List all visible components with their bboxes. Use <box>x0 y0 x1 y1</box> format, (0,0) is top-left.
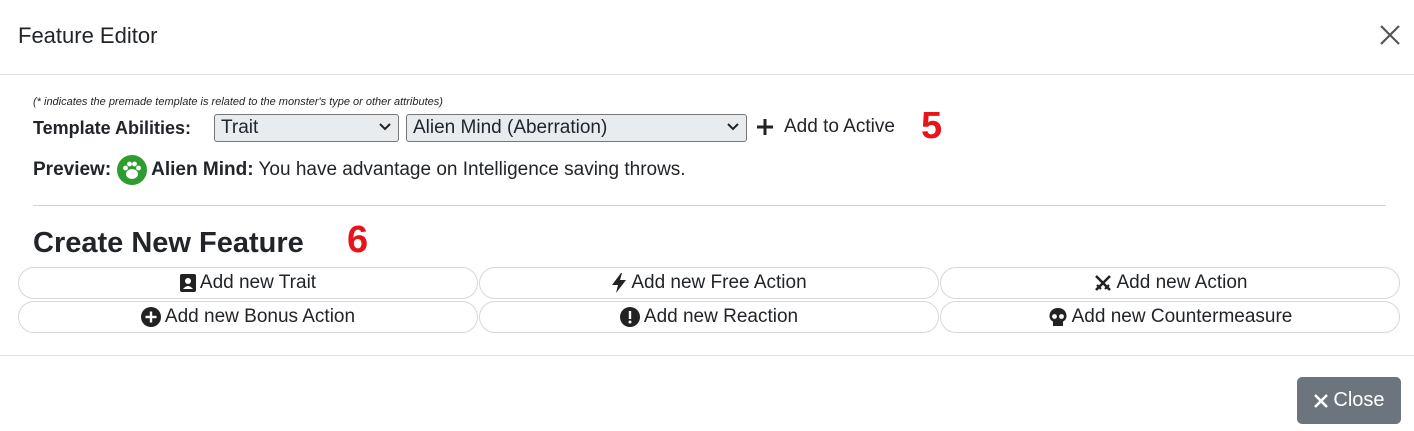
plus-circle-icon <box>140 307 161 327</box>
add-to-active-button[interactable]: Add to Active <box>756 116 895 138</box>
preview-text: You have advantage on Intelligence savin… <box>253 159 686 180</box>
add-to-active-label: Add to Active <box>784 116 895 137</box>
modal-body: (* indicates the premade template is rel… <box>0 75 1414 355</box>
close-button-label: Close <box>1333 389 1385 411</box>
preview-line: Preview: Alien Mind: You have advantage … <box>33 155 686 185</box>
step-marker-5: 5 <box>921 105 943 147</box>
paw-icon <box>117 155 148 185</box>
chevron-down-icon <box>379 123 391 131</box>
chevron-down-icon <box>727 123 739 131</box>
plus-icon <box>757 119 773 135</box>
template-type-value: Trait <box>221 117 259 138</box>
add-trait-label: Add new Trait <box>199 272 317 293</box>
template-abilities-label: Template Abilities: <box>33 118 192 138</box>
add-action-label: Add new Action <box>1116 272 1248 293</box>
crossed-swords-icon <box>1094 275 1111 291</box>
exclamation-circle-icon <box>619 307 640 327</box>
template-ability-value: Alien Mind (Aberration) <box>413 117 608 138</box>
divider <box>33 205 1386 206</box>
add-countermeasure-label: Add new Countermeasure <box>1071 306 1293 327</box>
preview-label: Preview: <box>33 159 112 180</box>
portrait-icon <box>179 274 196 292</box>
add-action-button[interactable]: Add new Action <box>940 267 1400 299</box>
close-icon <box>1314 393 1329 408</box>
template-type-select[interactable]: Trait <box>214 114 399 142</box>
close-icon[interactable] <box>1376 21 1404 49</box>
add-bonus-action-button[interactable]: Add new Bonus Action <box>18 301 478 333</box>
add-reaction-button[interactable]: Add new Reaction <box>479 301 939 333</box>
create-feature-title: Create New Feature <box>33 227 304 259</box>
step-marker-6: 6 <box>347 219 369 261</box>
modal-title: Feature Editor <box>18 23 158 48</box>
add-free-action-label: Add new Free Action <box>631 272 807 293</box>
feature-editor-modal: Feature Editor (* indicates the premade … <box>0 0 1414 430</box>
skull-icon <box>1049 308 1067 326</box>
template-note: (* indicates the premade template is rel… <box>33 96 443 108</box>
add-bonus-action-label: Add new Bonus Action <box>164 306 356 327</box>
modal-footer: Close <box>0 355 1414 431</box>
close-button[interactable]: Close <box>1297 377 1401 424</box>
preview-feature-name: Alien Mind: <box>151 159 254 180</box>
add-reaction-label: Add new Reaction <box>643 306 799 327</box>
add-free-action-button[interactable]: Add new Free Action <box>479 267 939 299</box>
template-ability-select[interactable]: Alien Mind (Aberration) <box>406 114 747 142</box>
modal-header: Feature Editor <box>0 0 1414 75</box>
bolt-icon <box>612 273 627 293</box>
add-trait-button[interactable]: Add new Trait <box>18 267 478 299</box>
add-countermeasure-button[interactable]: Add new Countermeasure <box>940 301 1400 333</box>
